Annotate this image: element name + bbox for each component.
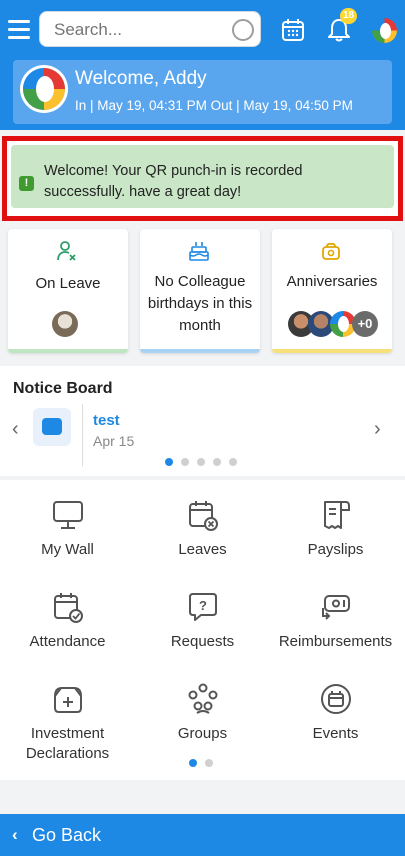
monitor-icon (52, 501, 83, 529)
chevron-right-icon[interactable]: › (374, 418, 381, 441)
pagination-dot[interactable] (189, 759, 197, 767)
svg-text:?: ? (199, 598, 207, 613)
hamburger-menu-icon[interactable] (8, 20, 30, 40)
alert-highlight-frame: ! Welcome! Your QR punch-in is recorded … (2, 136, 403, 221)
module-label: Requests (170, 633, 235, 650)
pagination-dot[interactable] (213, 458, 221, 466)
colleague-avatar (52, 311, 78, 337)
card-accent-green (8, 349, 128, 353)
more-count-badge: +0 (352, 311, 378, 337)
notice-message-icon (33, 408, 71, 446)
module-requests[interactable]: ? Requests (135, 590, 270, 652)
module-grid: My Wall Leaves Payslips Attendance ? Req… (0, 480, 405, 780)
calendar-check-icon (53, 593, 83, 623)
notice-divider (82, 404, 83, 466)
notice-item-date: Apr 15 (93, 433, 135, 449)
notification-badge: 18 (340, 8, 358, 24)
chevron-left-icon[interactable]: ‹ (12, 418, 19, 441)
module-payslips[interactable]: Payslips (268, 498, 403, 560)
chevron-left-icon: ‹ (12, 825, 18, 844)
event-icon (320, 684, 351, 714)
welcome-title: Welcome, Addy (75, 68, 207, 89)
module-label: Groups (177, 725, 228, 742)
group-icon (188, 683, 217, 714)
go-back-label[interactable]: Go Back (32, 825, 101, 846)
notice-item-title[interactable]: test (93, 412, 120, 429)
pagination-dot[interactable] (229, 458, 237, 466)
module-label: Reimbursements (278, 633, 393, 650)
module-groups[interactable]: Groups (135, 682, 270, 744)
welcome-card: Welcome, Addy In | May 19, 04:31 PM Out … (13, 60, 392, 124)
birthday-cake-icon (189, 242, 209, 261)
notice-board-title: Notice Board (13, 380, 113, 397)
top-bar: 18 (0, 0, 405, 60)
module-label: Attendance (29, 633, 106, 650)
investment-bag-icon (53, 687, 82, 713)
birthdays-label: No Colleague birthdays in this month (147, 273, 253, 334)
receipt-icon (323, 501, 350, 529)
success-alert: ! Welcome! Your QR punch-in is recorded … (11, 145, 394, 208)
search-input[interactable] (54, 20, 224, 40)
footer-spacer (0, 790, 405, 814)
calendar-icon[interactable] (280, 17, 306, 43)
search-icon[interactable] (232, 19, 254, 41)
module-label: My Wall (41, 541, 94, 558)
pagination-dot[interactable] (165, 458, 173, 466)
module-label: Payslips (307, 541, 364, 558)
birthdays-card[interactable]: No Colleague birthdays in this month (140, 229, 260, 353)
module-my-wall[interactable]: My Wall (0, 498, 135, 560)
on-leave-label: On Leave (35, 275, 101, 292)
go-back-bar[interactable]: ‹ Go Back (0, 814, 405, 856)
pagination-dot[interactable] (181, 458, 189, 466)
module-events[interactable]: Events (268, 682, 403, 744)
card-accent-yellow (272, 349, 392, 353)
pagination-dot[interactable] (205, 759, 213, 767)
search-box[interactable] (39, 11, 261, 47)
module-pagination (189, 759, 213, 767)
money-exchange-icon (321, 595, 350, 620)
module-reimbursements[interactable]: Reimbursements (268, 590, 403, 652)
punch-times: In | May 19, 04:31 PM Out | May 19, 04:5… (75, 98, 353, 113)
calendar-cancel-icon (188, 501, 218, 531)
anniversaries-label: Anniversaries (286, 273, 378, 290)
alert-exclamation-icon: ! (19, 176, 34, 191)
module-label: Leaves (178, 541, 227, 558)
card-accent-blue (140, 349, 260, 353)
module-label: Investment Declarations (25, 725, 110, 762)
profile-avatar[interactable] (372, 18, 397, 43)
gift-box-icon (322, 242, 340, 260)
alert-message: Welcome! Your QR punch-in is recorded su… (44, 163, 303, 200)
module-label: Events (312, 725, 359, 742)
on-leave-card[interactable]: On Leave (8, 229, 128, 353)
anniversaries-card[interactable]: Anniversaries +0 (272, 229, 392, 353)
user-avatar (23, 68, 65, 110)
pagination-dot[interactable] (197, 458, 205, 466)
module-investment-declarations[interactable]: Investment Declarations (0, 682, 135, 764)
notice-pagination (165, 458, 237, 466)
module-leaves[interactable]: Leaves (135, 498, 270, 560)
question-bubble-icon: ? (188, 593, 217, 621)
module-attendance[interactable]: Attendance (0, 590, 135, 652)
notice-board: Notice Board ‹ test Apr 15 › (0, 366, 405, 476)
person-leave-icon (57, 241, 76, 261)
